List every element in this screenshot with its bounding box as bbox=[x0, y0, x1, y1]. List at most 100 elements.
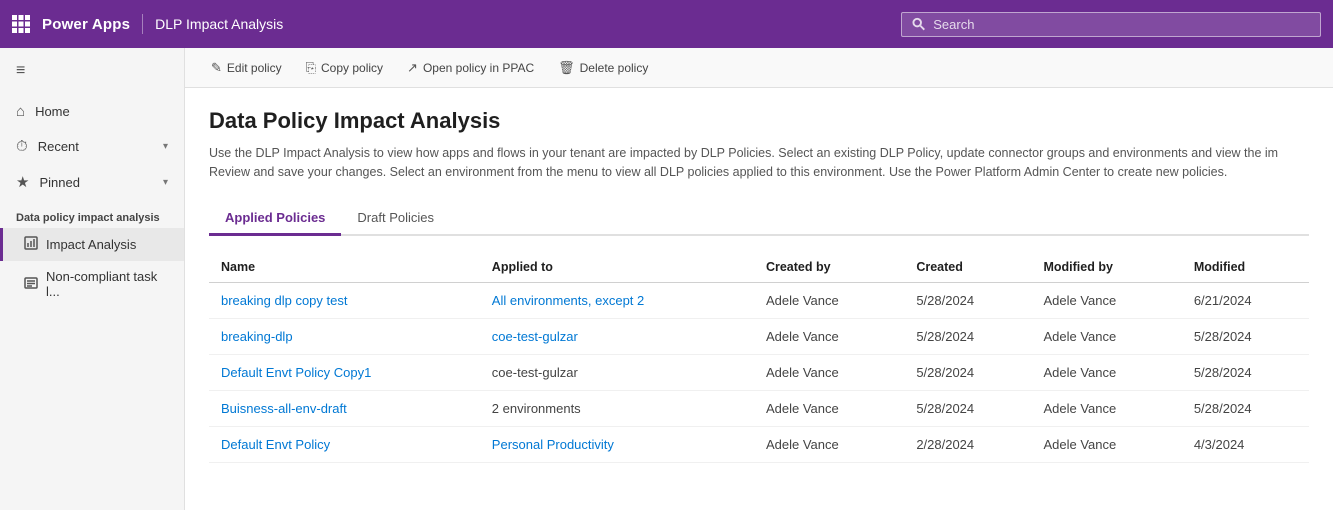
main-layout: ≡ ⌂ Home ⏱ Recent ▾ ★ Pinned ▾ Data poli… bbox=[0, 48, 1333, 510]
cell-modified-by: Adele Vance bbox=[1031, 282, 1181, 318]
policies-table-wrap: Name Applied to Created by Created Modif… bbox=[209, 252, 1309, 463]
cell-modified-by: Adele Vance bbox=[1031, 318, 1181, 354]
page-heading: Data Policy Impact Analysis bbox=[209, 108, 1309, 134]
chevron-down-icon: ▾ bbox=[163, 141, 168, 152]
policies-table: Name Applied to Created by Created Modif… bbox=[209, 252, 1309, 463]
sidebar-home-label: Home bbox=[35, 104, 168, 119]
cell-name[interactable]: breaking-dlp bbox=[209, 318, 480, 354]
brand-name: Power Apps bbox=[42, 16, 130, 33]
tab-bar: Applied Policies Draft Policies bbox=[209, 202, 1309, 236]
table-row: Buisness-all-env-draft2 environmentsAdel… bbox=[209, 390, 1309, 426]
table-header-row: Name Applied to Created by Created Modif… bbox=[209, 252, 1309, 283]
cell-modified: 5/28/2024 bbox=[1182, 354, 1309, 390]
sidebar-item-home[interactable]: ⌂ Home bbox=[0, 94, 184, 129]
open-icon: ↗ bbox=[407, 60, 418, 76]
sidebar: ≡ ⌂ Home ⏱ Recent ▾ ★ Pinned ▾ Data poli… bbox=[0, 48, 185, 510]
page-content: Data Policy Impact Analysis Use the DLP … bbox=[185, 88, 1333, 510]
table-row: breaking-dlpcoe-test-gulzarAdele Vance5/… bbox=[209, 318, 1309, 354]
cell-name[interactable]: Default Envt Policy bbox=[209, 426, 480, 462]
applied-to-link[interactable]: coe-test-gulzar bbox=[492, 329, 578, 344]
cell-modified-by: Adele Vance bbox=[1031, 390, 1181, 426]
policy-name-link[interactable]: Buisness-all-env-draft bbox=[221, 401, 347, 416]
policy-name-link[interactable]: Default Envt Policy Copy1 bbox=[221, 365, 371, 380]
cell-modified-by: Adele Vance bbox=[1031, 426, 1181, 462]
cell-modified: 5/28/2024 bbox=[1182, 390, 1309, 426]
cell-name[interactable]: breaking dlp copy test bbox=[209, 282, 480, 318]
col-name: Name bbox=[209, 252, 480, 283]
cell-modified-by: Adele Vance bbox=[1031, 354, 1181, 390]
cell-created-by: Adele Vance bbox=[754, 318, 904, 354]
open-ppac-button[interactable]: ↗ Open policy in PPAC bbox=[397, 55, 544, 81]
sidebar-item-impact-analysis[interactable]: Impact Analysis bbox=[0, 228, 184, 261]
open-ppac-label: Open policy in PPAC bbox=[423, 61, 534, 75]
cell-created: 5/28/2024 bbox=[904, 282, 1031, 318]
col-created: Created bbox=[904, 252, 1031, 283]
col-modified: Modified bbox=[1182, 252, 1309, 283]
page-title-nav: DLP Impact Analysis bbox=[155, 16, 283, 32]
edit-icon: ✎ bbox=[211, 60, 222, 76]
cell-modified: 6/21/2024 bbox=[1182, 282, 1309, 318]
cell-applied-to[interactable]: coe-test-gulzar bbox=[480, 318, 754, 354]
delete-policy-button[interactable]: 🗑 Delete policy bbox=[548, 55, 658, 81]
cell-applied-to: coe-test-gulzar bbox=[480, 354, 754, 390]
sidebar-item-non-compliant[interactable]: Non-compliant task l... bbox=[0, 261, 184, 307]
cell-created-by: Adele Vance bbox=[754, 426, 904, 462]
copy-policy-label: Copy policy bbox=[321, 61, 383, 75]
top-navigation: Power Apps DLP Impact Analysis bbox=[0, 0, 1333, 48]
cell-created: 2/28/2024 bbox=[904, 426, 1031, 462]
cell-applied-to[interactable]: All environments, except 2 bbox=[480, 282, 754, 318]
search-box[interactable] bbox=[901, 12, 1321, 37]
toolbar: ✎ Edit policy ⎘ Copy policy ↗ Open polic… bbox=[185, 48, 1333, 88]
copy-icon: ⎘ bbox=[306, 60, 316, 76]
col-created-by: Created by bbox=[754, 252, 904, 283]
cell-created-by: Adele Vance bbox=[754, 390, 904, 426]
table-body: breaking dlp copy test All environments, … bbox=[209, 282, 1309, 462]
pinned-icon: ★ bbox=[16, 173, 29, 191]
cell-modified: 4/3/2024 bbox=[1182, 426, 1309, 462]
nav-divider bbox=[142, 14, 143, 34]
cell-applied-to: 2 environments bbox=[480, 390, 754, 426]
applied-to-link[interactable]: Personal Productivity bbox=[492, 437, 614, 452]
sidebar-toggle[interactable]: ≡ bbox=[0, 48, 184, 94]
page-description: Use the DLP Impact Analysis to view how … bbox=[209, 144, 1309, 182]
waffle-menu[interactable] bbox=[12, 15, 30, 33]
impact-analysis-label: Impact Analysis bbox=[46, 237, 136, 252]
sidebar-section-label: Data policy impact analysis bbox=[0, 200, 184, 228]
sidebar-item-pinned[interactable]: ★ Pinned ▾ bbox=[0, 164, 184, 200]
cell-created: 5/28/2024 bbox=[904, 390, 1031, 426]
cell-name[interactable]: Default Envt Policy Copy1 bbox=[209, 354, 480, 390]
search-input[interactable] bbox=[933, 17, 1310, 32]
non-compliant-label: Non-compliant task l... bbox=[46, 269, 168, 299]
policy-name-link[interactable]: Default Envt Policy bbox=[221, 437, 330, 452]
cell-created-by: Adele Vance bbox=[754, 354, 904, 390]
table-row: Default Envt Policy Copy1 coe-test-gulzar… bbox=[209, 354, 1309, 390]
search-icon bbox=[912, 17, 925, 31]
cell-created: 5/28/2024 bbox=[904, 354, 1031, 390]
cell-modified: 5/28/2024 bbox=[1182, 318, 1309, 354]
delete-icon: 🗑 bbox=[558, 60, 575, 76]
non-compliant-icon bbox=[24, 276, 38, 293]
sidebar-recent-label: Recent bbox=[38, 139, 153, 154]
sidebar-pinned-label: Pinned bbox=[39, 175, 153, 190]
cell-applied-to[interactable]: Personal Productivity bbox=[480, 426, 754, 462]
tab-draft-policies[interactable]: Draft Policies bbox=[341, 202, 450, 236]
home-icon: ⌂ bbox=[16, 103, 25, 120]
table-row: Default Envt Policy Personal Productivity… bbox=[209, 426, 1309, 462]
chevron-down-icon-pinned: ▾ bbox=[163, 177, 168, 188]
policy-name-link[interactable]: breaking-dlp bbox=[221, 329, 293, 344]
edit-policy-button[interactable]: ✎ Edit policy bbox=[201, 55, 292, 81]
cell-name[interactable]: Buisness-all-env-draft bbox=[209, 390, 480, 426]
applied-to-link[interactable]: All environments, except 2 bbox=[492, 293, 644, 308]
table-row: breaking dlp copy test All environments, … bbox=[209, 282, 1309, 318]
sidebar-item-recent[interactable]: ⏱ Recent ▾ bbox=[0, 129, 184, 164]
col-modified-by: Modified by bbox=[1031, 252, 1181, 283]
content-area: ✎ Edit policy ⎘ Copy policy ↗ Open polic… bbox=[185, 48, 1333, 510]
policy-name-link[interactable]: breaking dlp copy test bbox=[221, 293, 347, 308]
copy-policy-button[interactable]: ⎘ Copy policy bbox=[296, 55, 393, 81]
impact-analysis-icon bbox=[24, 236, 38, 253]
edit-policy-label: Edit policy bbox=[227, 61, 282, 75]
tab-applied-policies[interactable]: Applied Policies bbox=[209, 202, 341, 236]
recent-icon: ⏱ bbox=[16, 138, 28, 155]
cell-created: 5/28/2024 bbox=[904, 318, 1031, 354]
cell-created-by: Adele Vance bbox=[754, 282, 904, 318]
